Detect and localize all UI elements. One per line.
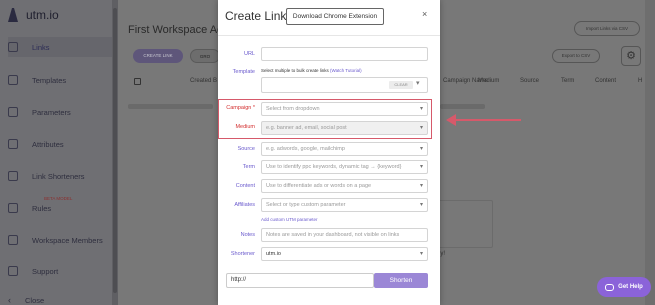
sidebar-item-label: Workspace Members [32, 235, 103, 245]
get-help-label: Get Help [618, 284, 643, 290]
content-label: Content [235, 183, 255, 189]
create-link-modal: Create Link Download Chrome Extension × … [218, 0, 440, 305]
support-icon [8, 266, 18, 276]
column-header[interactable]: Term [561, 78, 574, 84]
column-header[interactable]: Source [520, 78, 539, 84]
page-scrollbar[interactable] [645, 0, 655, 305]
sidebar-item-label: Link Shorteners [32, 171, 85, 181]
get-help-button[interactable]: Get Help [597, 277, 651, 297]
members-icon [8, 235, 18, 245]
url-input[interactable] [261, 47, 428, 61]
loading-row-placeholder [128, 104, 213, 109]
term-label: Term [242, 164, 255, 170]
chat-bubble-icon [605, 283, 615, 291]
gear-icon[interactable]: ⚙ [621, 46, 641, 66]
source-select[interactable]: e.g. adwords, google, mailchimp [261, 142, 428, 156]
group-button[interactable]: GRO [190, 49, 220, 63]
create-link-button[interactable]: CREATE LINK [133, 49, 183, 63]
chevron-left-icon: ‹ [8, 295, 11, 305]
sidebar-item-templates[interactable]: Templates [8, 70, 114, 90]
logo-mark-icon [8, 8, 18, 22]
sidebar-item-link-shorteners[interactable]: Link Shorteners [8, 166, 114, 186]
shortener-icon [8, 171, 18, 181]
export-csv-button[interactable]: Export to CSV [552, 49, 600, 63]
logo-text: utm.io [26, 8, 59, 22]
link-icon [8, 42, 18, 52]
download-chrome-extension-button[interactable]: Download Chrome Extension [286, 8, 384, 25]
sidebar-item-close[interactable]: ‹ Close [8, 290, 114, 305]
annotation-highlight-box [218, 99, 432, 139]
rules-icon [8, 203, 18, 213]
shortener-label: Shortener [230, 251, 255, 257]
sidebar-item-support[interactable]: Support [8, 261, 114, 281]
logo[interactable]: utm.io [8, 8, 59, 22]
sidebar-item-label: Links [32, 42, 50, 52]
sidebar-item-label: Parameters [32, 107, 71, 117]
url-label: URL [243, 51, 255, 57]
page-title: First Workspace Acti [128, 24, 229, 36]
sidebar-item-label: Attributes [32, 139, 64, 149]
sidebar-item-label: Templates [32, 75, 67, 85]
loading-row-placeholder [440, 104, 485, 109]
sidebar-item-label: Rules [32, 203, 52, 213]
column-header[interactable]: Content [595, 78, 616, 84]
close-icon[interactable]: × [422, 9, 427, 19]
attributes-icon [8, 139, 18, 149]
modal-header-divider [218, 35, 440, 36]
shorten-button[interactable]: Shorten [374, 273, 428, 288]
template-label: Template [232, 69, 255, 75]
clear-template-button[interactable]: CLEAR [389, 81, 413, 89]
chevron-down-icon[interactable]: ▾ [416, 79, 420, 87]
source-label: Source [237, 146, 255, 152]
select-all-checkbox[interactable] [134, 78, 141, 85]
sidebar-item-links[interactable]: Links [8, 37, 114, 57]
template-hint: Select multiple to bulk create links (Wa… [261, 68, 362, 73]
sidebar-item-rules[interactable]: Rules [8, 198, 114, 218]
sidebar-scroll-thumb[interactable] [113, 8, 117, 293]
sidebar: utm.io Links Templates Parameters Attrib… [0, 0, 118, 305]
beta-badge: BETA MODEL [44, 196, 73, 201]
content-select[interactable]: Use to differentiate ads or words on a p… [261, 179, 428, 193]
sidebar-item-parameters[interactable]: Parameters [8, 102, 114, 122]
affiliates-select[interactable]: Select or type custom parameter [261, 198, 428, 212]
column-header[interactable]: H [638, 78, 642, 84]
sidebar-item-workspace-members[interactable]: Workspace Members [8, 230, 114, 250]
sidebar-item-label: Support [32, 266, 59, 276]
term-select[interactable]: Use to identify ppc keywords, dynamic ta… [261, 160, 428, 174]
add-custom-parameter-link[interactable]: Add custom UTM parameter [261, 217, 318, 222]
notes-label: Notes [240, 232, 255, 238]
affiliates-label: Affiliates [234, 202, 255, 208]
template-hint-text: Select multiple to bulk create links [261, 68, 329, 73]
notes-input[interactable]: Notes are saved in your dashboard, not v… [261, 228, 428, 242]
sidebar-item-label: Close [25, 295, 45, 305]
sidebar-item-attributes[interactable]: Attributes [8, 134, 114, 154]
annotation-arrow-line [453, 119, 521, 121]
modal-title: Create Link [225, 9, 287, 23]
watch-tutorial-link[interactable]: (Watch Tutorial) [330, 68, 362, 73]
column-header[interactable]: Medium [478, 78, 499, 84]
column-header[interactable]: Created B [190, 78, 217, 84]
generated-url-output[interactable]: http:// [226, 273, 374, 288]
import-csv-button[interactable]: Import Links via CSV [574, 21, 640, 36]
parameters-icon [8, 107, 18, 117]
shortener-select[interactable]: utm.io [261, 247, 428, 261]
template-icon [8, 75, 18, 85]
